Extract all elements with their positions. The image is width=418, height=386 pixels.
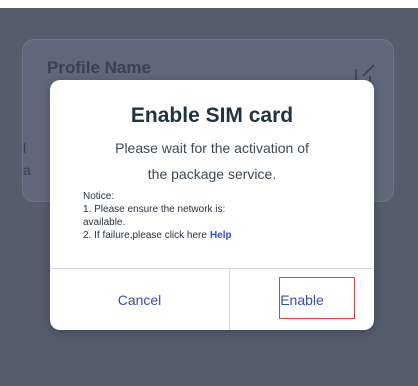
notice-line-with-help: 2. If failure,please click here Help xyxy=(83,230,232,242)
enable-highlight-outline xyxy=(279,277,355,319)
notice-line: 2. If failure,please click here xyxy=(83,230,207,241)
profile-name-label: Profile Name xyxy=(47,58,151,77)
dialog-message-line2: the package service. xyxy=(147,166,277,182)
status-strip xyxy=(0,0,418,8)
notice-line: 1. Please ensure the network is: xyxy=(83,204,226,215)
notice-line: available. xyxy=(83,217,126,228)
card-text-fragment: a xyxy=(23,162,31,178)
help-link[interactable]: Help xyxy=(210,230,232,241)
enable-sim-dialog: Enable SIM card Please wait for the acti… xyxy=(50,80,374,330)
dialog-title: Enable SIM card xyxy=(130,104,294,127)
cancel-button[interactable]: Cancel xyxy=(50,269,229,330)
dialog-message-line1: Please wait for the activation of xyxy=(115,140,309,156)
notice-heading: Notice: xyxy=(83,191,115,202)
card-text-fragment: l xyxy=(23,140,27,156)
modal-overlay: Profile Name l a Enable SIM card Please … xyxy=(0,0,418,386)
